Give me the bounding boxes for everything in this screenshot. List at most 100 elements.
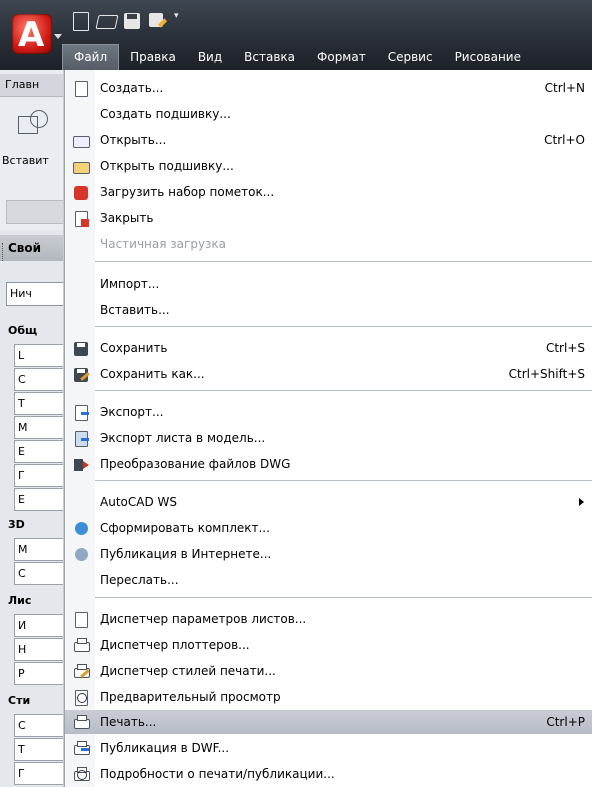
new-document-icon bbox=[72, 80, 90, 98]
menu-item-send[interactable]: Переслать... bbox=[65, 568, 592, 592]
close-document-icon bbox=[72, 210, 90, 228]
insert-block-icon[interactable] bbox=[16, 108, 48, 138]
palette-row[interactable]: И bbox=[14, 614, 70, 637]
export-layout-icon bbox=[72, 430, 90, 448]
menu-item-label: Диспетчер стилей печати... bbox=[100, 664, 276, 678]
menu-item-label: Открыть подшивку... bbox=[100, 159, 234, 173]
menu-item-label: Экспорт листа в модель... bbox=[100, 431, 266, 445]
menu-item-plot[interactable]: Печать... Ctrl+P bbox=[65, 710, 592, 734]
plot-details-icon bbox=[72, 766, 90, 784]
palette-section-general[interactable]: Общ bbox=[8, 324, 37, 337]
palette-row[interactable]: Г bbox=[14, 762, 70, 785]
preview-icon bbox=[72, 689, 90, 707]
palette-row[interactable]: C bbox=[14, 562, 70, 585]
markup-set-icon bbox=[72, 184, 90, 202]
open-icon[interactable] bbox=[95, 11, 119, 31]
export-icon bbox=[72, 404, 90, 422]
application-menu-button[interactable]: A bbox=[4, 6, 64, 64]
menu-item-open-sheet-set[interactable]: Открыть подшивку... bbox=[65, 154, 592, 178]
menu-edit[interactable]: Правка bbox=[119, 44, 187, 70]
menu-item-label: Экспорт... bbox=[100, 405, 164, 419]
menu-item-shortcut: Ctrl+O bbox=[544, 133, 585, 147]
new-icon[interactable] bbox=[70, 11, 90, 31]
palette-row[interactable]: Н bbox=[14, 638, 70, 661]
menu-item-label: Открыть... bbox=[100, 133, 167, 147]
menu-item-open[interactable]: Открыть... Ctrl+O bbox=[65, 128, 592, 152]
menu-format[interactable]: Формат bbox=[306, 44, 377, 70]
menu-item-label: Создать подшивку... bbox=[100, 107, 231, 121]
menu-item-label: Загрузить набор пометок... bbox=[100, 185, 275, 199]
menu-item-new-sheet-set[interactable]: Создать подшивку... bbox=[65, 102, 592, 126]
menu-item-save-as[interactable]: Сохранить как... Ctrl+Shift+S bbox=[65, 362, 592, 386]
menu-item-export[interactable]: Экспорт... bbox=[65, 400, 592, 424]
palette-row[interactable]: E bbox=[14, 488, 70, 511]
menu-item-attach[interactable]: Вставить... bbox=[65, 298, 592, 322]
palette-row[interactable]: E bbox=[14, 440, 70, 463]
save-as-icon bbox=[72, 366, 90, 384]
print-icon bbox=[72, 714, 90, 732]
menu-item-label: Закрыть bbox=[100, 211, 154, 225]
menu-item-import[interactable]: Импорт... bbox=[65, 272, 592, 296]
menu-item-plot-details[interactable]: Подробности о печати/публикации... bbox=[65, 762, 592, 786]
menu-item-publish-dwf[interactable]: Публикация в DWF... bbox=[65, 736, 592, 760]
menu-item-plotter-manager[interactable]: Диспетчер плоттеров... bbox=[65, 633, 592, 657]
grip-icon[interactable] bbox=[2, 243, 5, 261]
menu-draw[interactable]: Рисование bbox=[444, 44, 532, 70]
menu-insert[interactable]: Вставка bbox=[233, 44, 306, 70]
menu-file[interactable]: Файл bbox=[62, 43, 120, 71]
menu-item-label: Сформировать комплект... bbox=[100, 521, 270, 535]
palette-section-styles[interactable]: Сти bbox=[8, 694, 30, 707]
menu-item-shortcut: Ctrl+N bbox=[544, 81, 585, 95]
menu-item-etransmit[interactable]: Сформировать комплект... bbox=[65, 516, 592, 540]
publish-dwf-icon bbox=[72, 740, 90, 758]
menu-item-autocad-ws[interactable]: AutoCAD WS bbox=[65, 490, 592, 514]
save-icon bbox=[72, 340, 90, 358]
file-dropdown-menu: Создать... Ctrl+N Создать подшивку... От… bbox=[64, 70, 592, 787]
menu-item-export-layout[interactable]: Экспорт листа в модель... bbox=[65, 426, 592, 450]
menu-item-label: Сохранить bbox=[100, 341, 168, 355]
ribbon-panel: Главн Вставит bbox=[0, 70, 69, 230]
save-as-icon[interactable] bbox=[148, 11, 168, 31]
palette-row[interactable]: L bbox=[14, 344, 70, 367]
dropdown-arrow-icon[interactable]: ▾ bbox=[174, 11, 184, 31]
menu-item-save[interactable]: Сохранить Ctrl+S bbox=[65, 336, 592, 360]
palette-row[interactable]: C bbox=[14, 368, 70, 391]
palette-title: Свой bbox=[0, 235, 72, 261]
menu-item-plot-style[interactable]: Диспетчер стилей печати... bbox=[65, 659, 592, 683]
menu-item-preview[interactable]: Предварительный просмотр bbox=[65, 685, 592, 709]
palette-row[interactable]: Г bbox=[14, 464, 70, 487]
menu-item-label: Вставить... bbox=[100, 303, 170, 317]
palette-row[interactable]: T bbox=[14, 392, 70, 415]
menu-item-label: Публикация в Интернете... bbox=[100, 547, 272, 561]
palette-row[interactable]: С bbox=[14, 714, 70, 737]
palette-row[interactable]: Т bbox=[14, 738, 70, 761]
menu-item-publish-web[interactable]: Публикация в Интернете... bbox=[65, 542, 592, 566]
menu-item-label: Переслать... bbox=[100, 573, 179, 587]
publish-web-icon bbox=[72, 546, 90, 564]
ribbon-tab-home[interactable]: Главн bbox=[0, 74, 69, 97]
palette-section-3d[interactable]: 3D bbox=[8, 518, 25, 531]
palette-row[interactable]: Р bbox=[14, 662, 70, 685]
menu-item-page-setup[interactable]: Диспетчер параметров листов... bbox=[65, 607, 592, 631]
menu-separator bbox=[95, 390, 592, 391]
menu-item-label: Подробности о печати/публикации... bbox=[100, 767, 335, 781]
menu-item-label: Преобразование файлов DWG bbox=[100, 457, 291, 471]
page-setup-icon bbox=[72, 611, 90, 629]
title-bar: A ▾ Файл Правка Вид Вставка Формат Серви… bbox=[0, 0, 592, 71]
menu-view[interactable]: Вид bbox=[187, 44, 233, 70]
palette-row[interactable]: M bbox=[14, 416, 70, 439]
menu-item-label: Сохранить как... bbox=[100, 367, 205, 381]
menu-item-shortcut: Ctrl+Shift+S bbox=[508, 367, 585, 381]
ribbon-panel-strip bbox=[6, 200, 66, 224]
palette-section-layout[interactable]: Лис bbox=[8, 594, 31, 607]
menu-item-close[interactable]: Закрыть bbox=[65, 206, 592, 230]
menu-item-new[interactable]: Создать... Ctrl+N bbox=[65, 76, 592, 100]
menu-item-partial-load: Частичная загрузка bbox=[65, 232, 592, 256]
menu-separator bbox=[95, 261, 592, 262]
save-icon[interactable] bbox=[122, 11, 142, 31]
palette-row[interactable]: M bbox=[14, 538, 70, 561]
selection-combo[interactable]: Нич bbox=[6, 282, 69, 306]
menu-item-load-markup[interactable]: Загрузить набор пометок... bbox=[65, 180, 592, 204]
menu-tools[interactable]: Сервис bbox=[377, 44, 444, 70]
menu-item-dwg-convert[interactable]: Преобразование файлов DWG bbox=[65, 452, 592, 476]
